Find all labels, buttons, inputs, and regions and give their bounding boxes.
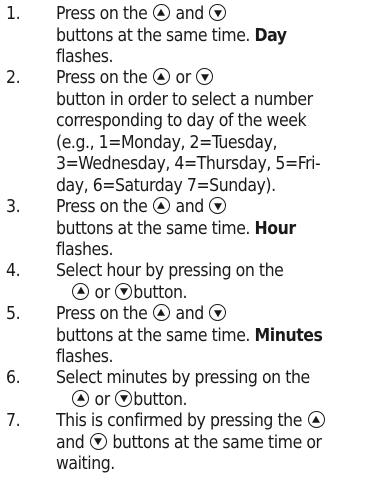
step-line: Press on the or (56, 68, 378, 90)
step-line: (e.g., 1=Monday, 2=Tuesday, (56, 133, 378, 155)
text-run: flashes. (56, 240, 114, 260)
text-run: and (170, 197, 209, 217)
instruction-list: 1. Press on the and buttons at the same t… (0, 0, 382, 477)
step-text: Press on the and buttons at the same tim… (56, 4, 378, 69)
text-run: or (90, 282, 115, 303)
step-line: flashes. (56, 347, 378, 369)
step-number: 5. (6, 304, 21, 324)
step-text: Select minutes by pressing on the or but… (56, 368, 378, 411)
step-text: Press on the or button in order to selec… (56, 68, 378, 197)
text-run: 3=Wednesday, 4=Thursday, 5=Fri- (56, 154, 321, 174)
text-run: Press on the (56, 68, 152, 88)
step-line: Press on the and (56, 4, 378, 26)
text-run: waiting. (56, 454, 115, 474)
text-run: (e.g., 1=Monday, 2=Tuesday, (56, 132, 278, 153)
down-arrow-button-icon (209, 197, 227, 214)
step-number: 6. (6, 368, 21, 388)
text-run: flashes. (56, 47, 114, 67)
down-arrow-button-icon (89, 432, 107, 450)
step-line: Select hour by pressing on the (56, 261, 378, 283)
step-text: Press on the and buttons at the same tim… (56, 197, 378, 262)
down-arrow-button-icon (209, 304, 227, 321)
down-arrow-button-icon (196, 68, 214, 85)
up-arrow-button-icon (72, 389, 89, 407)
text-run: or (90, 389, 115, 410)
step-number: 2. (6, 68, 21, 88)
step-line: waiting. (56, 454, 378, 476)
step-text: Press on the and buttons at the same tim… (56, 304, 378, 369)
step-line: or button. (56, 282, 378, 305)
step-number: 4. (6, 261, 21, 281)
text-run: Press on the (56, 304, 152, 324)
down-arrow-button-icon (209, 4, 227, 21)
step-line: buttons at the same time. Minutes (56, 326, 378, 348)
text-run: This is confirmed by pressing the (56, 411, 307, 431)
down-arrow-button-icon (115, 389, 133, 407)
step-text: Select hour by pressing on the or button… (56, 261, 378, 304)
emphasis-text: Day (254, 25, 288, 46)
step-line: 3=Wednesday, 4=Thursday, 5=Fri- (56, 154, 378, 176)
step-text: This is confirmed by pressing the and bu… (56, 411, 378, 476)
text-run: and (56, 432, 89, 453)
step-line: Press on the and (56, 304, 378, 326)
step-line: buttons at the same time. Hour (56, 219, 378, 241)
text-run: or (170, 68, 196, 88)
text-run: Press on the (56, 4, 152, 24)
step-line: This is confirmed by pressing the (56, 411, 378, 433)
text-run: button. (133, 282, 188, 303)
up-arrow-button-icon (152, 4, 170, 21)
text-run: and (170, 4, 209, 24)
up-arrow-button-icon (72, 282, 89, 300)
step-line: and buttons at the same time or (56, 432, 378, 455)
text-run: day, 6=Saturday 7=Sunday). (56, 175, 276, 196)
step-number: 7. (6, 411, 21, 431)
step-line: buttons at the same time. Day (56, 26, 378, 48)
text-run: button. (133, 389, 188, 410)
text-run: buttons at the same time. (56, 25, 255, 46)
step-line: or button. (56, 389, 378, 412)
emphasis-text: Minutes (254, 325, 323, 346)
text-run: buttons at the same time. (56, 325, 255, 346)
up-arrow-button-icon (152, 197, 170, 214)
up-arrow-button-icon (152, 304, 170, 321)
step-number: 1. (6, 4, 21, 24)
text-run: Select minutes by pressing on the (56, 368, 310, 388)
step-line: day, 6=Saturday 7=Sunday). (56, 176, 378, 198)
up-arrow-button-icon (152, 68, 170, 85)
step-number: 3. (6, 197, 21, 217)
step-line: flashes. (56, 47, 378, 69)
text-run: buttons at the same time. (56, 218, 255, 239)
step-line: corresponding to day of the week (56, 111, 378, 133)
text-run: and (170, 304, 209, 324)
emphasis-text: Hour (254, 218, 297, 239)
text-run: button in order to select a number (56, 89, 313, 110)
down-arrow-button-icon (115, 282, 133, 300)
step-line: flashes. (56, 240, 378, 262)
text-run: Press on the (56, 197, 152, 217)
text-run: corresponding to day of the week (56, 111, 307, 131)
step-line: Press on the and (56, 197, 378, 219)
step-line: button in order to select a number (56, 90, 378, 112)
text-run: Select hour by pressing on the (56, 261, 284, 281)
up-arrow-button-icon (307, 411, 325, 428)
text-run: buttons at the same time or (107, 432, 322, 453)
text-run: flashes. (56, 347, 114, 367)
step-line: Select minutes by pressing on the (56, 368, 378, 390)
